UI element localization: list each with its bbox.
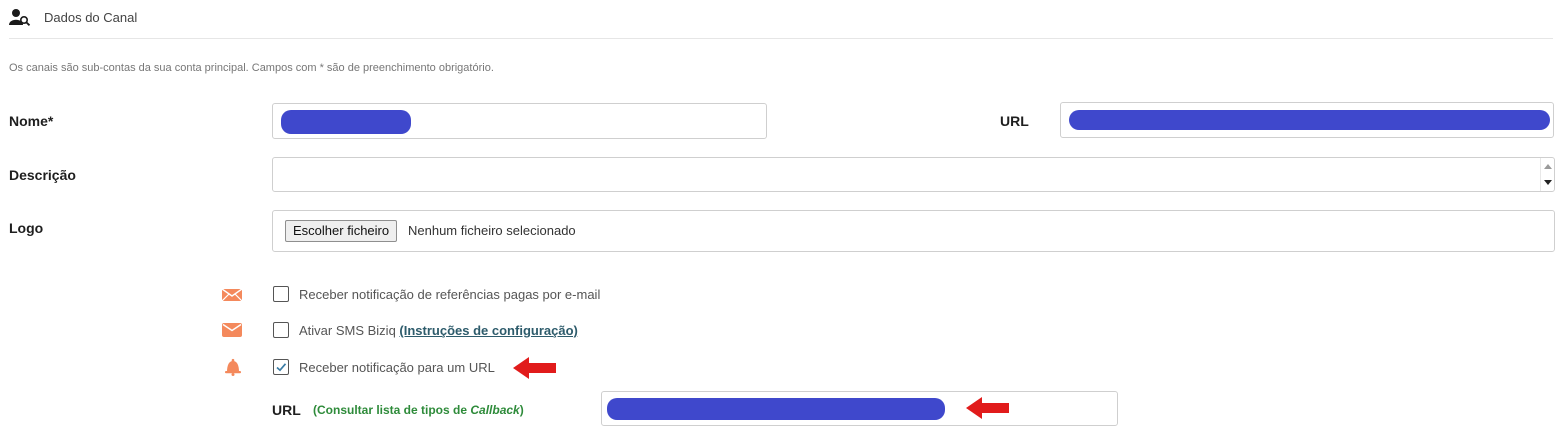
redacted-value bbox=[281, 110, 411, 134]
envelope-icon bbox=[222, 323, 242, 337]
callback-hint-suffix: ) bbox=[519, 403, 524, 417]
file-status: Nenhum ficheiro selecionado bbox=[408, 223, 576, 238]
header-divider bbox=[9, 38, 1553, 39]
sms-biziq-text: Ativar SMS Biziq bbox=[299, 323, 400, 338]
red-arrow-icon bbox=[513, 357, 556, 379]
user-search-icon bbox=[9, 9, 31, 26]
nome-label: Nome* bbox=[9, 113, 54, 129]
scroll-down-icon[interactable] bbox=[1544, 180, 1552, 185]
red-arrow-icon bbox=[966, 397, 1009, 419]
scroll-up-icon[interactable] bbox=[1544, 164, 1552, 169]
bell-icon bbox=[225, 358, 241, 376]
nome-input[interactable] bbox=[272, 103, 767, 139]
url-label: URL bbox=[1000, 113, 1029, 129]
callback-types-link[interactable]: (Consultar lista de tipos de Callback) bbox=[313, 403, 524, 417]
logo-file-input[interactable]: Escolher ficheiro Nenhum ficheiro seleci… bbox=[272, 210, 1555, 252]
callback-url-label: URL bbox=[272, 402, 301, 418]
checkmark-icon bbox=[276, 363, 287, 372]
intro-text: Os canais são sub-contas da sua conta pr… bbox=[9, 62, 494, 74]
url-input[interactable] bbox=[1060, 102, 1554, 138]
config-instructions-link[interactable]: (Instruções de configuração) bbox=[399, 323, 577, 338]
descricao-label: Descrição bbox=[9, 167, 76, 183]
email-notification-checkbox[interactable] bbox=[273, 286, 289, 302]
redacted-value bbox=[607, 398, 945, 420]
callback-hint-prefix: (Consultar lista de tipos de bbox=[313, 403, 471, 417]
sms-biziq-label: Ativar SMS Biziq (Instruções de configur… bbox=[299, 323, 578, 338]
callback-url-input[interactable] bbox=[601, 391, 1118, 426]
choose-file-button[interactable]: Escolher ficheiro bbox=[285, 220, 398, 242]
callback-hint-italic: Callback bbox=[470, 403, 520, 417]
url-notification-label: Receber notificação para um URL bbox=[299, 360, 495, 375]
url-notification-checkbox[interactable] bbox=[273, 359, 289, 375]
textarea-scrollbar[interactable] bbox=[1540, 158, 1554, 191]
redacted-value bbox=[1069, 110, 1550, 130]
page-title: Dados do Canal bbox=[44, 10, 138, 25]
envelope-open-icon bbox=[222, 288, 242, 301]
logo-label: Logo bbox=[9, 220, 44, 236]
descricao-textarea[interactable] bbox=[272, 157, 1555, 192]
email-notification-label: Receber notificação de referências pagas… bbox=[299, 287, 601, 302]
sms-biziq-checkbox[interactable] bbox=[273, 322, 289, 338]
